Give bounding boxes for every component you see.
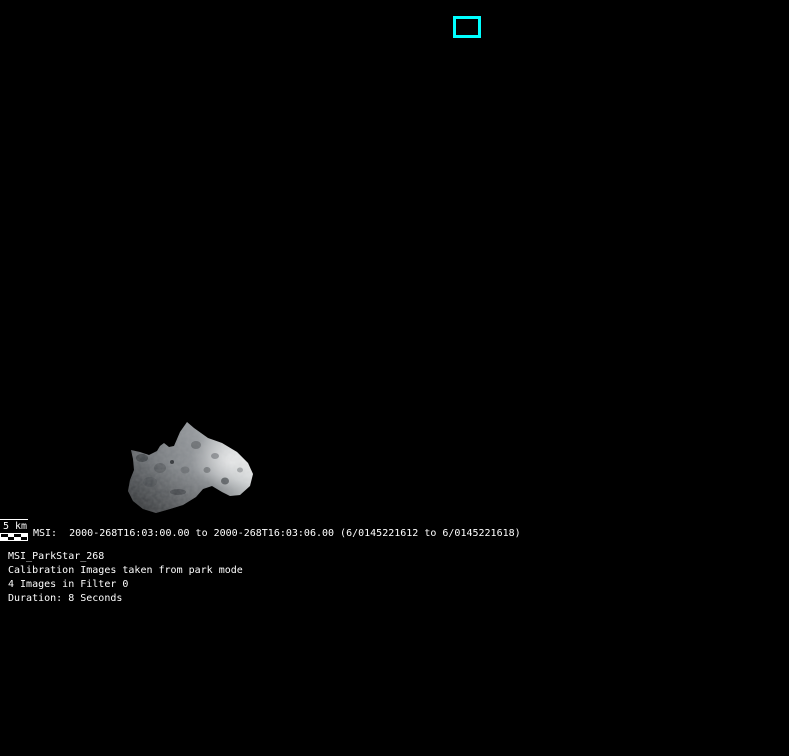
asteroid-body (128, 422, 253, 513)
sequence-description: Calibration Images taken from park mode (8, 565, 243, 576)
scale-bar-checker (0, 533, 28, 541)
scale-bar-label: 5 km (3, 521, 28, 532)
observation-time-line: MSI: 2000-268T16:03:00.00 to 2000-268T16… (33, 528, 521, 539)
colorbar: 0 1 0.2 0.4 0.6 0.8 (515, 0, 789, 52)
sequence-duration: Duration: 8 Seconds (8, 593, 123, 604)
sequence-info-block: MSI_ParkStar_268 Calibration Images take… (8, 550, 243, 606)
sequence-images-filter: 4 Images in Filter 0 (8, 579, 129, 590)
sequence-name: MSI_ParkStar_268 (8, 551, 105, 562)
asteroid-image (128, 422, 253, 513)
msi-sequence-display: 0 1 0.2 0.4 0.6 0.8 (0, 0, 789, 756)
fov-indicator-box (453, 16, 481, 38)
